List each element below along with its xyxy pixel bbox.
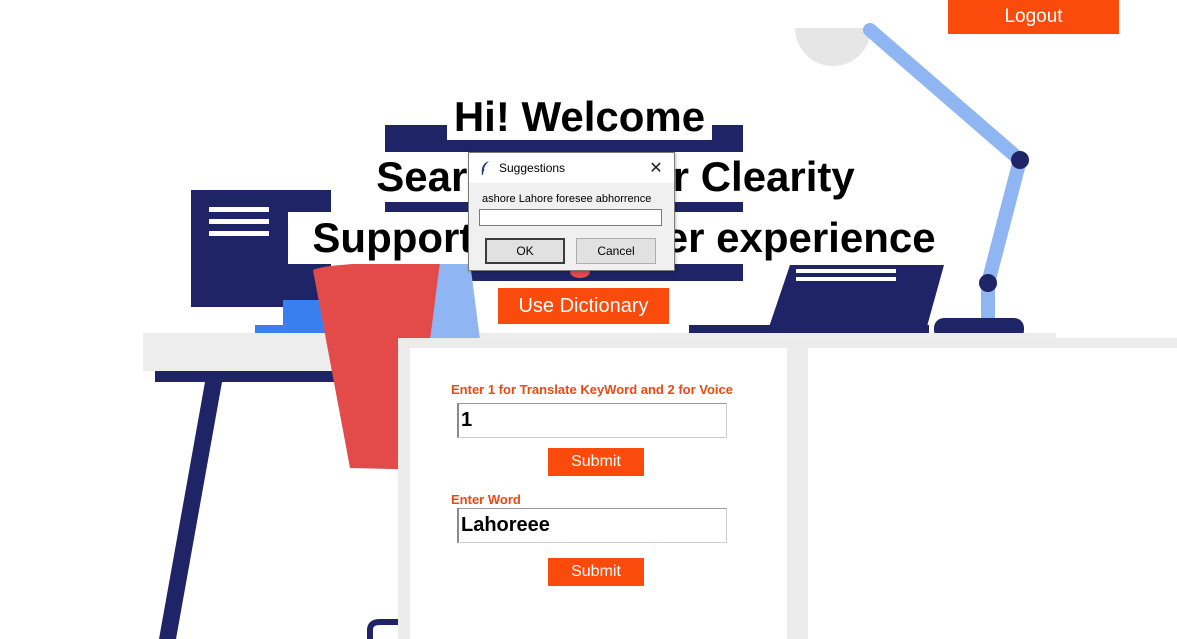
- mode-input[interactable]: [457, 403, 727, 438]
- mode-label: Enter 1 for Translate KeyWord and 2 for …: [451, 382, 733, 397]
- suggestions-dialog: Suggestions ✕ ashore Lahore foresee abho…: [468, 152, 675, 271]
- close-icon[interactable]: ✕: [644, 156, 668, 180]
- result-pane: [808, 348, 1177, 639]
- dialog-title: Suggestions: [499, 161, 566, 175]
- ok-button[interactable]: OK: [485, 238, 565, 264]
- submit-mode-button[interactable]: Submit: [548, 448, 644, 476]
- submit-word-button[interactable]: Submit: [548, 558, 644, 586]
- suggestion-input[interactable]: [479, 209, 662, 226]
- suggestions-text: ashore Lahore foresee abhorrence: [482, 193, 652, 205]
- feather-icon: [481, 161, 489, 176]
- logout-button[interactable]: Logout: [948, 0, 1119, 34]
- word-label: Enter Word: [451, 492, 521, 507]
- welcome-heading: Hi! Welcome: [447, 93, 712, 140]
- word-input[interactable]: [457, 508, 727, 543]
- dialog-titlebar[interactable]: Suggestions ✕: [469, 153, 674, 183]
- form-left-pane: Enter 1 for Translate KeyWord and 2 for …: [410, 348, 787, 639]
- form-panel: Enter 1 for Translate KeyWord and 2 for …: [398, 338, 1177, 639]
- cancel-button[interactable]: Cancel: [576, 238, 656, 264]
- use-dictionary-button[interactable]: Use Dictionary: [498, 288, 669, 324]
